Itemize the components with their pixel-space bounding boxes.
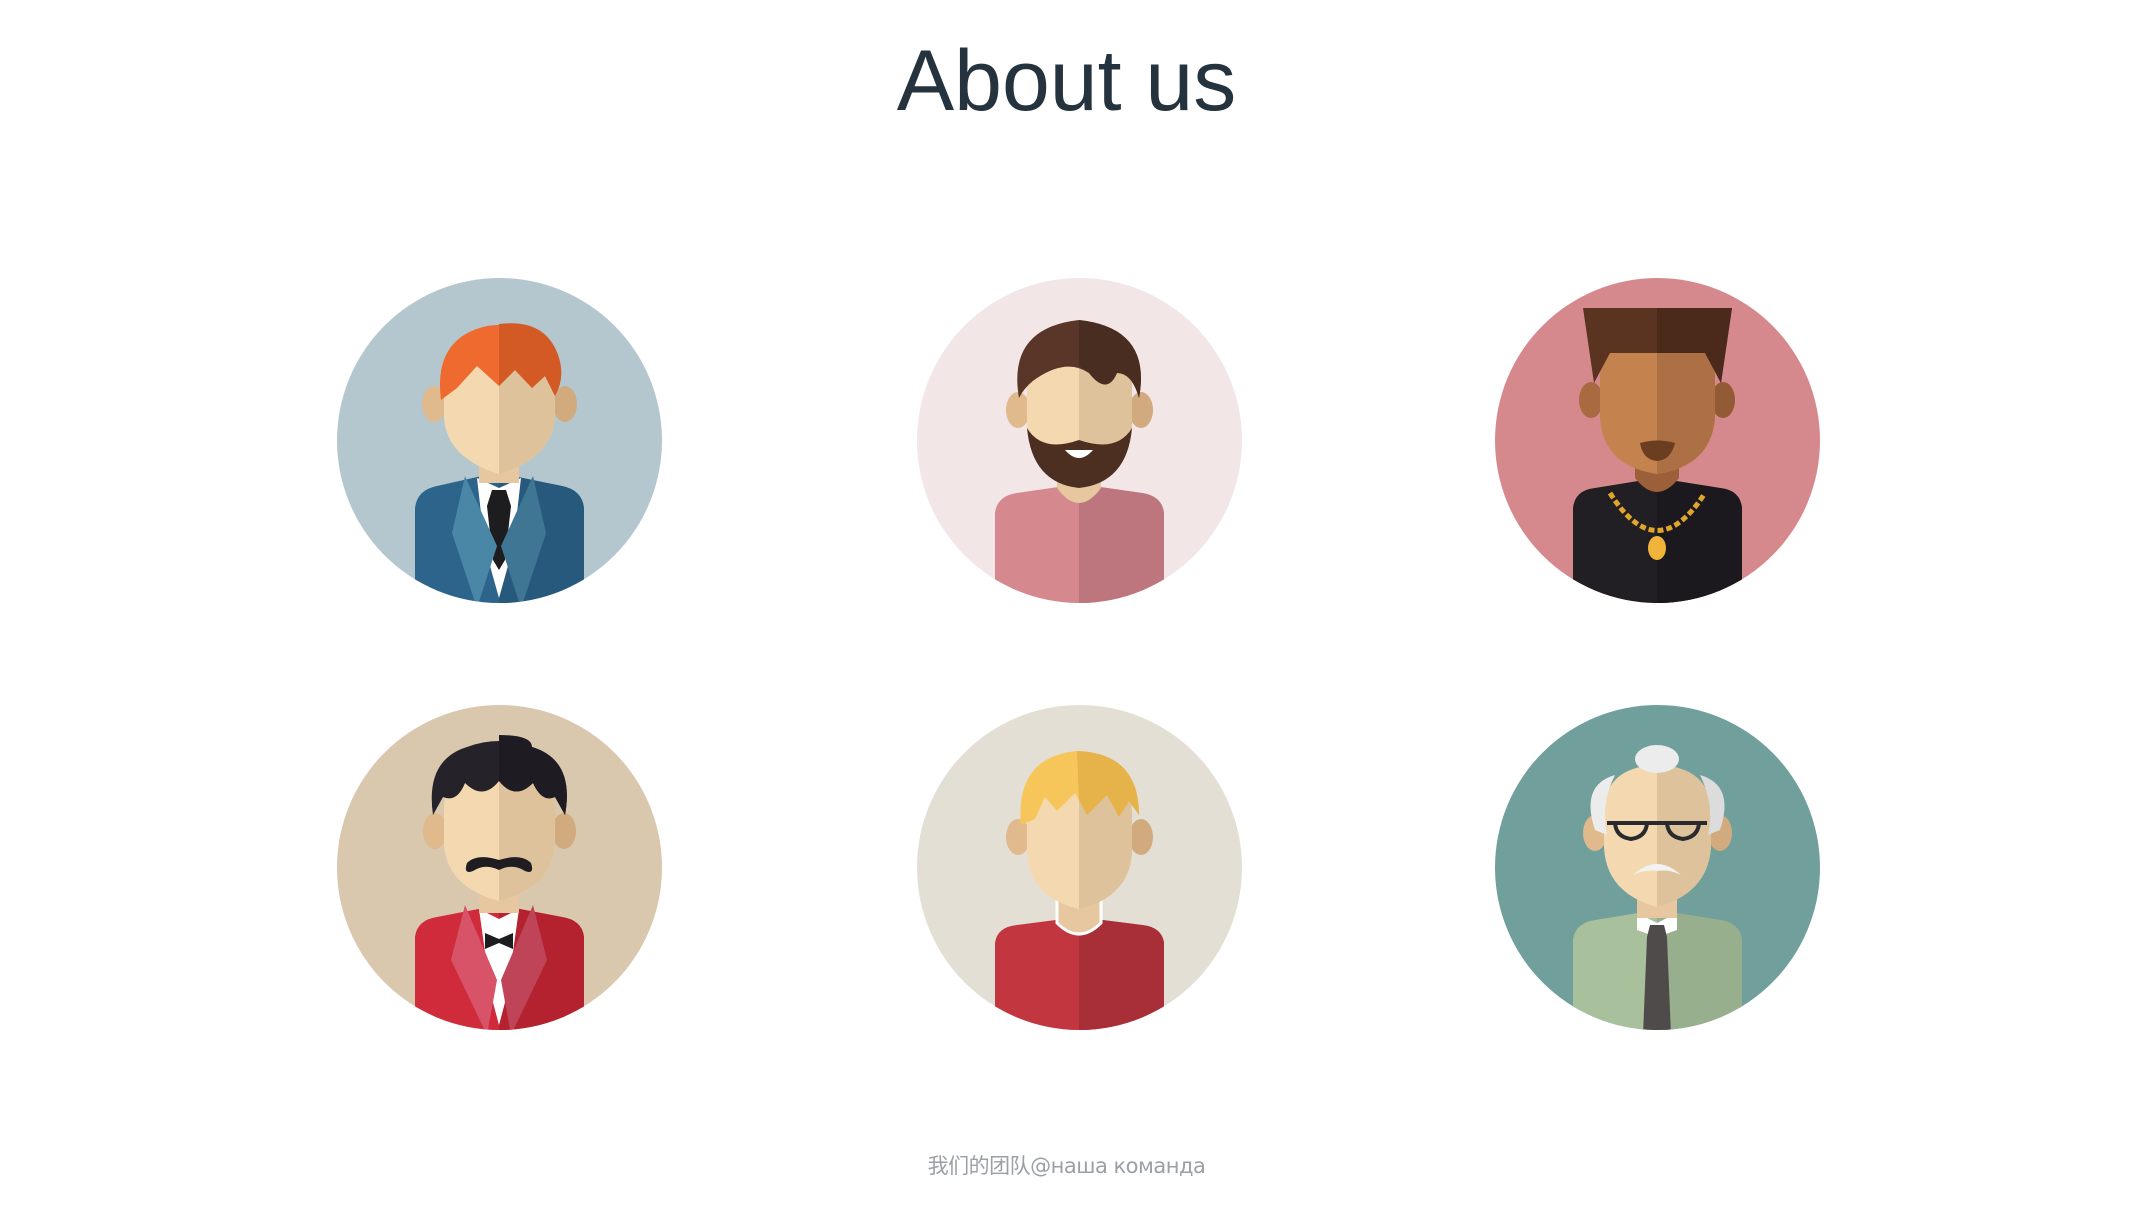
footer-caption: 我们的团队@наша команда — [927, 1154, 1206, 1178]
team-grid — [0, 0, 2133, 1221]
mustached-man-bowtie-icon — [337, 705, 662, 1030]
about-page: About us 我们的团队@наша команда — [0, 0, 2133, 1221]
blond-man-icon — [917, 705, 1242, 1030]
avatar-bearded-man[interactable] — [917, 278, 1242, 603]
old-man-glasses-icon — [1495, 705, 1820, 1030]
man-with-gold-chain-icon — [1495, 278, 1820, 603]
avatar-mustached-man-bowtie[interactable] — [337, 705, 662, 1030]
bearded-man-icon — [917, 278, 1242, 603]
avatar-blond-man[interactable] — [917, 705, 1242, 1030]
avatar-old-man-glasses[interactable] — [1495, 705, 1820, 1030]
redhead-businessman-icon — [337, 278, 662, 603]
avatar-man-with-gold-chain[interactable] — [1495, 278, 1820, 603]
avatar-redhead-businessman[interactable] — [337, 278, 662, 603]
